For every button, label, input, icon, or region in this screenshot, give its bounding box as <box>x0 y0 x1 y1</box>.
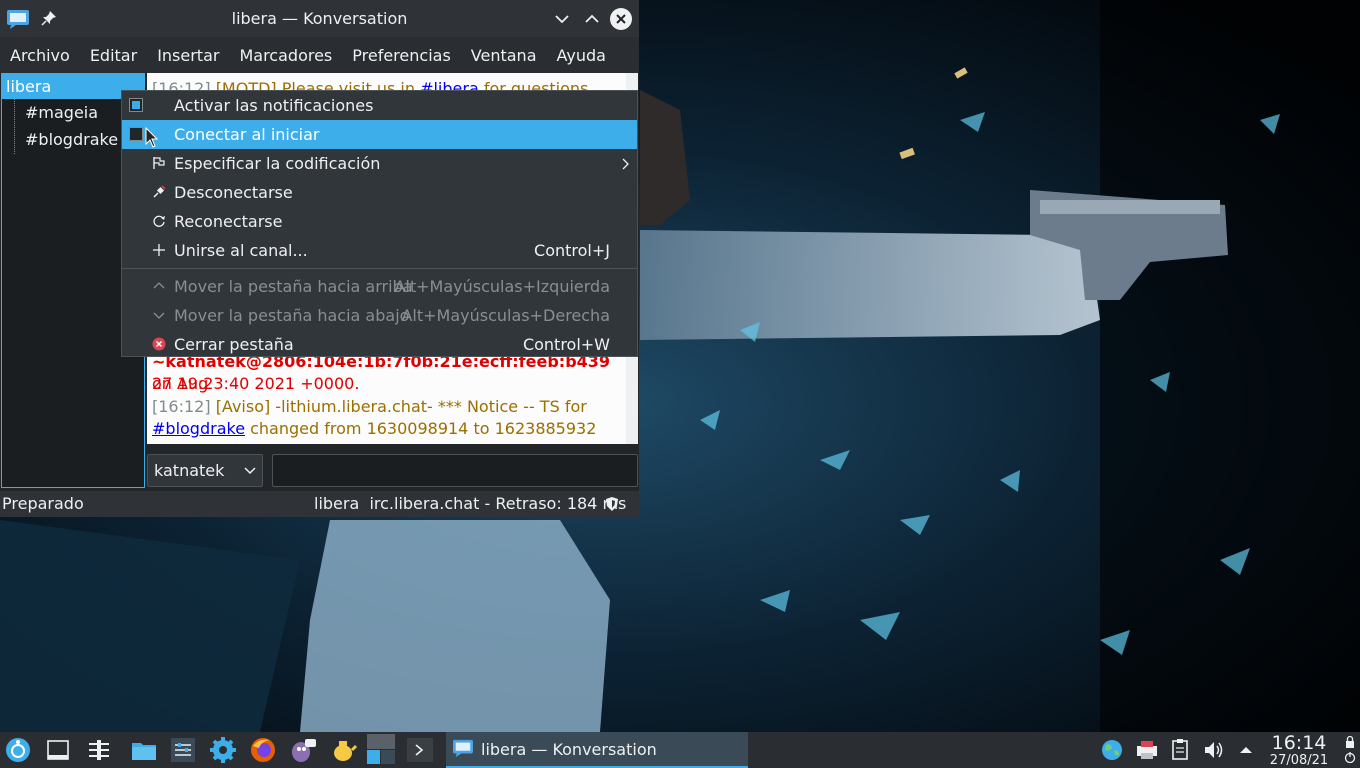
chat-line: #blogdrake changed from 1630098914 to 16… <box>152 418 622 440</box>
status-bar: Preparado libera irc.libera.chat - Retra… <box>0 491 639 517</box>
close-tab-icon <box>152 337 166 351</box>
window-title: libera — Konversation <box>231 9 408 28</box>
status-text: Preparado <box>2 494 84 513</box>
timestamp: [16:12] <box>152 397 211 416</box>
chat-line: [16:12] [Aviso] -lithium.libera.chat- **… <box>152 396 622 418</box>
close-button[interactable] <box>609 7 633 31</box>
mouse-cursor-icon <box>145 127 159 148</box>
menu-item-label: Mover la pestaña hacia abajo <box>174 306 410 325</box>
reload-icon <box>153 215 165 227</box>
chevron-up-icon[interactable] <box>1232 736 1260 764</box>
application-launcher-icon[interactable] <box>4 736 32 764</box>
channel-link[interactable]: #blogdrake <box>152 419 245 438</box>
message-input[interactable] <box>272 454 638 487</box>
menu-item-conectar-al-iniciar[interactable]: Conectar al iniciar <box>122 120 637 149</box>
teapot-app-icon[interactable] <box>329 736 357 764</box>
menu-item-label: Especificar la codificación <box>174 154 381 173</box>
menu-preferencias[interactable]: Preferencias <box>342 46 461 65</box>
server-lag-status: libera irc.libera.chat - Retraso: 184 ms <box>314 494 627 513</box>
terminal-icon[interactable] <box>406 736 434 764</box>
menu-item-label: Mover la pestaña hacia arriba <box>174 277 413 296</box>
message-tag: [Aviso] <box>215 397 271 416</box>
menu-item-activar-notificaciones[interactable]: Activar las notificaciones <box>122 91 637 120</box>
chat-line: 27 19:23:40 2021 +0000. <box>152 373 622 395</box>
menu-item-mover-arriba: Mover la pestaña hacia arriba Alt+Mayúsc… <box>122 272 637 301</box>
checkbox-unchecked-icon[interactable] <box>129 127 143 141</box>
show-desktop-icon[interactable] <box>44 736 72 764</box>
message-text: changed from 1630098914 to 1623885932 <box>245 419 597 438</box>
volume-icon[interactable] <box>1200 736 1228 764</box>
lock-screen-icon[interactable] <box>1343 735 1357 765</box>
network-globe-icon[interactable] <box>1098 736 1126 764</box>
minimize-button[interactable] <box>550 7 574 31</box>
shield-icon <box>606 497 618 511</box>
menu-item-reconectarse[interactable]: Reconectarse <box>122 207 637 236</box>
menu-item-label: Cerrar pestaña <box>174 335 294 354</box>
digital-clock[interactable]: 16:14 27/08/21 <box>1262 733 1336 768</box>
menu-separator <box>122 268 637 269</box>
firefox-icon[interactable] <box>249 736 277 764</box>
chevron-right-icon <box>622 158 629 170</box>
message-text: 27 19:23:40 2021 +0000. <box>152 374 360 393</box>
task-label: libera — Konversation <box>481 740 657 759</box>
context-menu: Activar las notificaciones Conectar al i… <box>121 90 638 357</box>
menu-item-especificar-codificacion[interactable]: Especificar la codificación <box>122 149 637 178</box>
maximize-button[interactable] <box>580 7 604 31</box>
menu-ayuda[interactable]: Ayuda <box>547 46 616 65</box>
checkbox-checked-icon[interactable] <box>129 98 143 112</box>
menu-item-label: Activar las notificaciones <box>174 96 374 115</box>
nickname-value: katnatek <box>154 461 225 480</box>
settings-sliders-icon[interactable] <box>85 736 113 764</box>
clock-date: 27/08/21 <box>1269 753 1329 768</box>
message-text: -lithium.libera.chat- *** Notice -- TS f… <box>270 397 587 416</box>
menu-item-unirse-al-canal[interactable]: Unirse al canal... Control+J <box>122 236 637 265</box>
pidgin-icon[interactable] <box>289 736 317 764</box>
menu-item-cerrar-pestana[interactable]: Cerrar pestaña Control+W <box>122 330 637 359</box>
menu-item-shortcut: Alt+Mayúsculas+Izquierda <box>394 277 610 296</box>
menu-item-label: Conectar al iniciar <box>174 125 320 144</box>
menu-item-label: Unirse al canal... <box>174 241 308 260</box>
clipboard-icon[interactable] <box>1166 736 1194 764</box>
nickname-select[interactable]: katnatek <box>147 454 263 487</box>
flag-icon <box>153 157 165 169</box>
menu-item-label: Desconectarse <box>174 183 293 202</box>
plus-icon <box>153 244 165 256</box>
clock-time: 16:14 <box>1271 732 1327 754</box>
task-konversation[interactable]: libera — Konversation <box>446 732 748 768</box>
menu-bar: Archivo Editar Insertar Marcadores Prefe… <box>0 37 639 73</box>
menu-insertar[interactable]: Insertar <box>147 46 229 65</box>
workspace-pager-icon[interactable] <box>366 733 396 765</box>
file-manager-icon[interactable] <box>130 736 158 764</box>
menu-item-shortcut: Control+W <box>522 335 610 354</box>
system-settings-icon[interactable] <box>169 736 197 764</box>
gear-icon[interactable] <box>209 736 237 764</box>
konversation-app-icon <box>453 739 473 758</box>
chevron-down-icon <box>244 467 256 475</box>
printer-icon[interactable] <box>1133 736 1161 764</box>
menu-item-shortcut: Alt+Mayúsculas+Derecha <box>401 306 610 325</box>
taskbar: libera — Konversation 16:14 27/08/21 <box>0 732 1360 768</box>
menu-item-label: Reconectarse <box>174 212 283 231</box>
menu-marcadores[interactable]: Marcadores <box>229 46 342 65</box>
disconnect-icon <box>153 185 166 198</box>
menu-editar[interactable]: Editar <box>80 46 147 65</box>
chevron-down-icon <box>153 312 165 319</box>
menu-archivo[interactable]: Archivo <box>0 46 80 65</box>
menu-item-mover-abajo: Mover la pestaña hacia abajo Alt+Mayúscu… <box>122 301 637 330</box>
title-bar[interactable]: libera — Konversation <box>0 0 639 37</box>
menu-item-shortcut: Control+J <box>534 241 610 260</box>
menu-item-desconectarse[interactable]: Desconectarse <box>122 178 637 207</box>
chevron-up-icon <box>153 282 165 289</box>
menu-ventana[interactable]: Ventana <box>461 46 547 65</box>
